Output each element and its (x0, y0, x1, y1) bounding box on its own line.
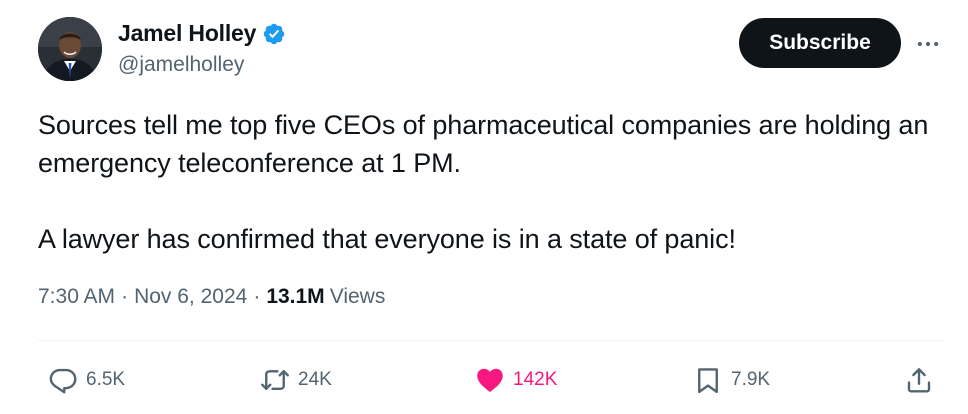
tweet-actions: 6.5K 24K 142K 7.9K (38, 362, 944, 398)
views-label: Views (329, 285, 386, 308)
author-handle[interactable]: @jamelholley (118, 53, 244, 77)
verified-badge-icon[interactable] (262, 22, 286, 46)
tweet-paragraph: A lawyer has confirmed that everyone is … (38, 224, 736, 254)
share-icon (907, 368, 931, 393)
views-count[interactable]: 13.1M (266, 285, 324, 309)
reply-count: 6.5K (86, 369, 126, 390)
reply-icon (49, 368, 77, 394)
author-name-row: Jamel Holley (118, 20, 286, 47)
heart-icon (477, 368, 503, 392)
divider (38, 340, 944, 341)
like-count: 142K (513, 369, 558, 390)
share-button[interactable] (904, 362, 934, 398)
more-horizontal-icon[interactable] (914, 30, 942, 58)
repost-count: 24K (298, 369, 332, 390)
tweet-date[interactable]: Nov 6, 2024 (134, 285, 247, 309)
avatar[interactable] (38, 17, 102, 81)
author-name[interactable]: Jamel Holley (118, 20, 256, 47)
bookmark-count: 7.9K (731, 369, 771, 390)
meta-separator: · (253, 285, 261, 308)
avatar-image (38, 17, 102, 81)
tweet-meta: 7:30 AM · Nov 6, 2024 · 13.1M Views (38, 285, 385, 309)
tweet-time[interactable]: 7:30 AM (38, 285, 115, 309)
repost-button[interactable]: 24K (260, 362, 332, 398)
repost-icon (261, 370, 289, 390)
bookmark-icon (698, 368, 718, 394)
meta-separator: · (121, 285, 129, 308)
like-button[interactable]: 142K (475, 362, 557, 398)
reply-button[interactable]: 6.5K (48, 362, 125, 398)
subscribe-button[interactable]: Subscribe (739, 18, 901, 68)
tweet-text: Sources tell me top five CEOs of pharmac… (38, 106, 938, 258)
tweet-paragraph: Sources tell me top five CEOs of pharmac… (38, 110, 929, 178)
bookmark-button[interactable]: 7.9K (693, 362, 770, 398)
